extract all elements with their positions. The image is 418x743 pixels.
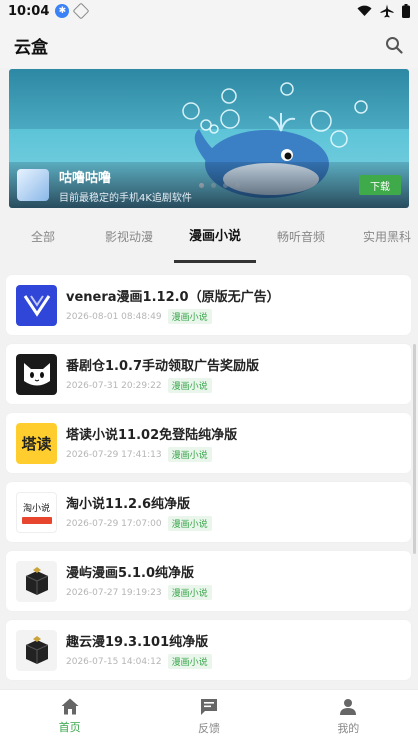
taoxiaoshuo-logo-icon: 淘小说	[16, 491, 57, 533]
banner-subtitle: 目前最稳定的手机4K追剧软件	[59, 192, 192, 204]
list-scrollbar[interactable]	[413, 344, 416, 554]
nav-profile-label: 我的	[337, 721, 360, 735]
app-name: 番剧仓1.0.7手动领取广告奖励版	[66, 359, 260, 374]
wifi-icon	[357, 5, 372, 17]
app-title: 云盒	[14, 37, 48, 58]
nav-feedback-label: 反馈	[197, 721, 220, 735]
nav-home[interactable]: 首页	[0, 690, 139, 743]
category-tag: 漫画小说	[167, 516, 212, 531]
tab-tools[interactable]: 实用黑科	[344, 214, 418, 264]
cube-icon	[72, 2, 90, 20]
app-date: 2026-07-29 17:41:13	[66, 449, 162, 460]
tab-audio[interactable]: 畅听音频	[258, 214, 344, 264]
banner-text: 咕噜咕噜 目前最稳定的手机4K追剧软件	[59, 167, 359, 204]
category-tag: 漫画小说	[167, 654, 212, 669]
status-time: 10:04	[8, 3, 50, 19]
feedback-icon	[200, 698, 217, 715]
search-icon	[386, 37, 403, 54]
app-name: 漫屿漫画5.1.0纯净版	[66, 566, 195, 581]
app-name: 趣云漫19.3.101纯净版	[66, 635, 209, 650]
app-name: 淘小说11.2.6纯净版	[66, 497, 191, 512]
status-bar: 10:04 ✱	[0, 0, 418, 22]
person-icon	[340, 698, 357, 715]
notification-badge-icon: ✱	[55, 4, 70, 18]
app-date: 2026-07-29 17:07:00	[66, 518, 162, 529]
nav-feedback[interactable]: 反馈	[139, 690, 278, 743]
airplane-icon	[380, 4, 394, 18]
category-tag: 漫画小说	[167, 309, 212, 324]
tab-comics-novels[interactable]: 漫画小说	[172, 214, 258, 264]
banner-download-button[interactable]: 下载	[359, 175, 401, 195]
home-icon	[61, 698, 79, 715]
category-tag: 漫画小说	[167, 585, 212, 600]
app-date: 2026-07-31 20:29:22	[66, 380, 162, 391]
category-tag: 漫画小说	[167, 447, 212, 462]
list-item[interactable]: 趣云漫19.3.101纯净版 2026-07-15 14:04:12 漫画小说	[6, 620, 411, 680]
banner-info: 咕噜咕噜 目前最稳定的手机4K追剧软件 下载	[9, 162, 409, 208]
app-date: 2026-08-01 08:48:49	[66, 311, 162, 322]
nav-home-label: 首页	[58, 721, 81, 734]
category-tag: 漫画小说	[167, 378, 212, 393]
status-icons	[357, 4, 410, 18]
category-tabs: 全部 影视动漫 漫画小说 畅听音频 实用黑科	[0, 214, 418, 264]
battery-icon	[402, 4, 410, 18]
list-item[interactable]: 番剧仓1.0.7手动领取广告奖励版 2026-07-31 20:29:22 漫画…	[6, 344, 411, 404]
bottom-nav: 首页 反馈 我的	[0, 689, 418, 743]
cat-logo-icon	[16, 353, 57, 395]
taoxiaoshuo-logo-text: 淘小说	[22, 503, 50, 514]
app-name: 塔读小说11.02免登陆纯净版	[66, 428, 238, 443]
tab-video-anime[interactable]: 影视动漫	[86, 214, 172, 264]
tab-all[interactable]: 全部	[0, 214, 86, 264]
venera-logo-icon	[16, 284, 57, 326]
app-date: 2026-07-27 19:19:23	[66, 587, 162, 598]
app-name: venera漫画1.12.0（原版无广告）	[66, 290, 280, 305]
box-logo-icon	[16, 629, 57, 671]
promo-banner[interactable]: 咕噜咕噜 目前最稳定的手机4K追剧软件 下载	[9, 69, 409, 208]
tadu-logo-icon: 塔读	[16, 422, 57, 464]
list-item[interactable]: 淘小说 淘小说11.2.6纯净版 2026-07-29 17:07:00 漫画小…	[6, 482, 411, 542]
list-item[interactable]: 塔读 塔读小说11.02免登陆纯净版 2026-07-29 17:41:13 漫…	[6, 413, 411, 473]
box-logo-icon	[16, 560, 57, 602]
gulu-app-icon	[17, 169, 49, 201]
app-date: 2026-07-15 14:04:12	[66, 656, 162, 667]
search-button[interactable]	[384, 35, 404, 55]
app-list: venera漫画1.12.0（原版无广告） 2026-08-01 08:48:4…	[6, 275, 411, 689]
list-item[interactable]: venera漫画1.12.0（原版无广告） 2026-08-01 08:48:4…	[6, 275, 411, 335]
nav-profile[interactable]: 我的	[279, 690, 418, 743]
banner-title: 咕噜咕噜	[59, 170, 112, 186]
list-item[interactable]: 漫屿漫画5.1.0纯净版 2026-07-27 19:19:23 漫画小说	[6, 551, 411, 611]
app-bar: 云盒	[0, 22, 418, 68]
